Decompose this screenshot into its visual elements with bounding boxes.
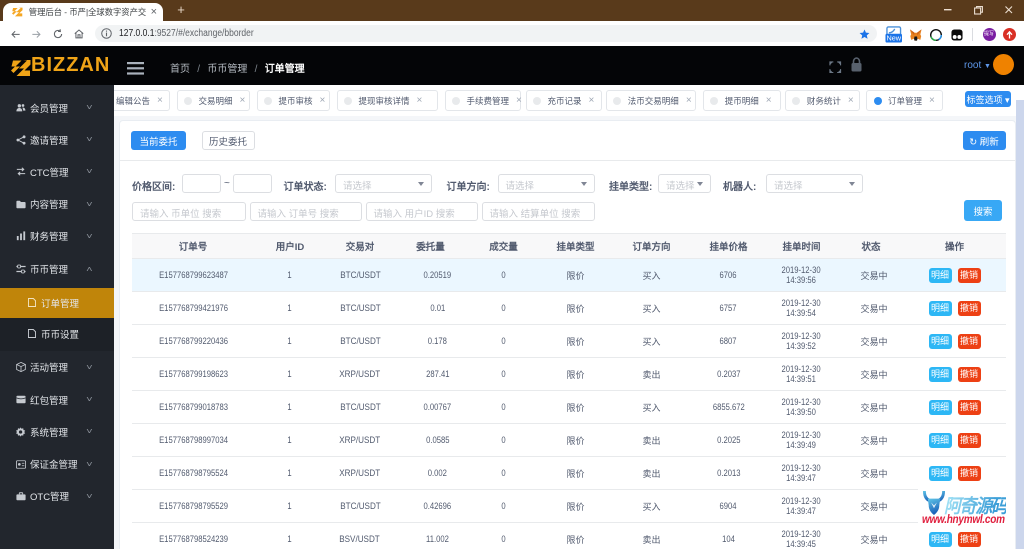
svg-text:New: New [886,34,901,43]
